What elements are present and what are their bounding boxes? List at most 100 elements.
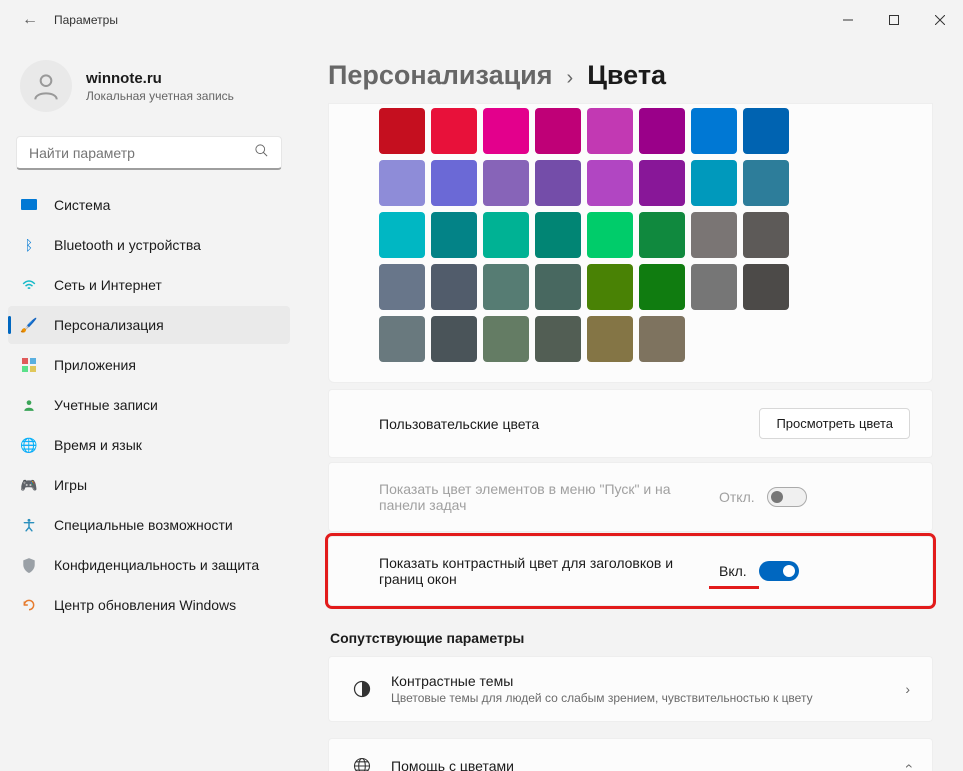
close-icon <box>935 15 945 25</box>
sidebar-item-apps[interactable]: Приложения <box>8 346 290 384</box>
personalization-icon: 🖌️ <box>20 316 38 334</box>
color-swatch[interactable] <box>379 264 425 310</box>
color-swatch[interactable] <box>379 160 425 206</box>
custom-colors-label: Пользовательские цвета <box>379 416 759 432</box>
color-swatch[interactable] <box>535 264 581 310</box>
color-swatch[interactable] <box>431 264 477 310</box>
contrast-themes-link[interactable]: Контрастные темы Цветовые темы для людей… <box>328 656 933 722</box>
close-button[interactable] <box>917 4 963 36</box>
gaming-icon: 🎮 <box>20 476 38 494</box>
sidebar-item-privacy[interactable]: Конфиденциальность и защита <box>8 546 290 584</box>
color-swatch[interactable] <box>691 160 737 206</box>
color-swatch[interactable] <box>535 160 581 206</box>
color-swatch[interactable] <box>691 264 737 310</box>
accent-start-row: Показать цвет элементов в меню "Пуск" и … <box>328 462 933 532</box>
color-swatch[interactable] <box>587 264 633 310</box>
color-swatch[interactable] <box>483 264 529 310</box>
sidebar-item-gaming[interactable]: 🎮 Игры <box>8 466 290 504</box>
color-swatch[interactable] <box>743 212 789 258</box>
color-swatch[interactable] <box>587 212 633 258</box>
sidebar-item-label: Сеть и Интернет <box>54 277 162 293</box>
color-swatch[interactable] <box>379 316 425 362</box>
sidebar-item-network[interactable]: Сеть и Интернет <box>8 266 290 304</box>
sidebar-item-system[interactable]: Система <box>8 186 290 224</box>
color-help-link[interactable]: Помощь с цветами › <box>328 738 933 771</box>
toggle-state-text: Откл. <box>719 489 755 505</box>
color-swatch[interactable] <box>431 316 477 362</box>
help-title: Помощь с цветами <box>391 758 887 771</box>
update-icon <box>20 596 38 614</box>
nav: Система ᛒ Bluetooth и устройства Сеть и … <box>8 186 290 624</box>
color-swatch[interactable] <box>483 316 529 362</box>
avatar <box>20 60 72 112</box>
color-swatch[interactable] <box>431 108 477 154</box>
sidebar-item-accessibility[interactable]: Специальные возможности <box>8 506 290 544</box>
color-grid <box>379 108 912 362</box>
color-swatch[interactable] <box>743 108 789 154</box>
color-swatch[interactable] <box>535 108 581 154</box>
sidebar-item-accounts[interactable]: Учетные записи <box>8 386 290 424</box>
color-swatch[interactable] <box>743 160 789 206</box>
sidebar-item-label: Время и язык <box>54 437 142 453</box>
search-box[interactable] <box>16 136 282 170</box>
user-subtitle: Локальная учетная запись <box>86 89 234 103</box>
user-name: winnote.ru <box>86 70 234 87</box>
time-icon: 🌐 <box>20 436 38 454</box>
person-icon <box>30 70 62 102</box>
minimize-button[interactable] <box>825 4 871 36</box>
network-icon <box>20 276 38 294</box>
color-swatch[interactable] <box>639 160 685 206</box>
window-title: Параметры <box>54 13 118 27</box>
sidebar-item-update[interactable]: Центр обновления Windows <box>8 586 290 624</box>
globe-icon <box>351 755 373 771</box>
color-swatch[interactable] <box>587 160 633 206</box>
color-swatch[interactable] <box>587 108 633 154</box>
toggle-state-text: Вкл. <box>719 563 747 579</box>
sidebar-item-time[interactable]: 🌐 Время и язык <box>8 426 290 464</box>
sidebar-item-label: Игры <box>54 477 87 493</box>
user-block[interactable]: winnote.ru Локальная учетная запись <box>8 48 290 130</box>
color-swatch[interactable] <box>639 316 685 362</box>
color-swatch[interactable] <box>483 160 529 206</box>
color-swatch[interactable] <box>483 108 529 154</box>
sidebar-item-bluetooth[interactable]: ᛒ Bluetooth и устройства <box>8 226 290 264</box>
custom-colors-row: Пользовательские цвета Просмотреть цвета <box>328 389 933 458</box>
color-swatch[interactable] <box>379 108 425 154</box>
contrast-title: Контрастные темы <box>391 673 887 689</box>
sidebar-item-label: Конфиденциальность и защита <box>54 557 259 573</box>
sidebar-item-label: Специальные возможности <box>54 517 233 533</box>
accounts-icon <box>20 396 38 414</box>
accent-title-row: Показать контрастный цвет для заголовков… <box>328 536 933 606</box>
color-swatch[interactable] <box>535 212 581 258</box>
color-swatch[interactable] <box>431 160 477 206</box>
breadcrumb-parent[interactable]: Персонализация <box>328 60 553 91</box>
main: Персонализация › Цвета Пользовательские … <box>300 40 963 771</box>
sidebar-item-label: Bluetooth и устройства <box>54 237 201 253</box>
bluetooth-icon: ᛒ <box>20 236 38 254</box>
color-swatch[interactable] <box>483 212 529 258</box>
sidebar-item-label: Центр обновления Windows <box>54 597 236 613</box>
color-swatch[interactable] <box>639 108 685 154</box>
apps-icon <box>20 356 38 374</box>
accent-title-toggle[interactable] <box>759 561 799 581</box>
color-swatch[interactable] <box>535 316 581 362</box>
color-swatch[interactable] <box>691 212 737 258</box>
highlight-underline <box>709 586 759 589</box>
color-swatch[interactable] <box>639 212 685 258</box>
sidebar-item-personalization[interactable]: 🖌️ Персонализация <box>8 306 290 344</box>
back-button[interactable]: ← <box>10 11 50 29</box>
color-swatch[interactable] <box>587 316 633 362</box>
privacy-icon <box>20 556 38 574</box>
color-swatch[interactable] <box>379 212 425 258</box>
chevron-up-icon: › <box>900 764 916 769</box>
color-swatch[interactable] <box>691 108 737 154</box>
search-input[interactable] <box>29 145 254 161</box>
accessibility-icon <box>20 516 38 534</box>
color-swatch[interactable] <box>743 264 789 310</box>
color-swatch[interactable] <box>639 264 685 310</box>
view-colors-button[interactable]: Просмотреть цвета <box>759 408 910 439</box>
color-swatch[interactable] <box>431 212 477 258</box>
system-icon <box>20 196 38 214</box>
accent-start-toggle <box>767 487 807 507</box>
maximize-button[interactable] <box>871 4 917 36</box>
